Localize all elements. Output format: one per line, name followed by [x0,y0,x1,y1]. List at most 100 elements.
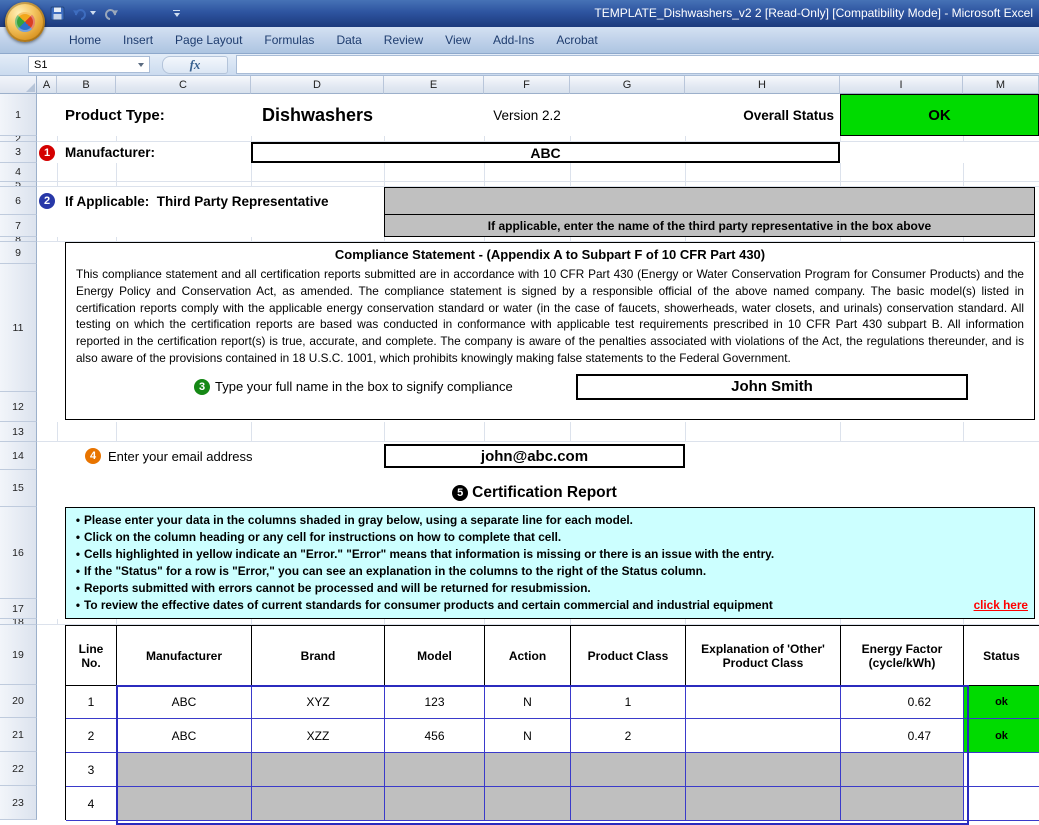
office-button[interactable] [5,2,45,42]
certification-report-heading: 5 Certification Report [384,470,685,507]
table-header-status[interactable]: Status [964,626,1039,686]
ribbon-tab-page-layout[interactable]: Page Layout [164,28,253,52]
cell-manufacturer[interactable]: ABC [117,719,252,753]
table-header-product-class[interactable]: Product Class [571,626,686,686]
undo-icon [72,6,88,20]
row-header-9[interactable]: 9 [0,242,37,264]
table-header-action[interactable]: Action [485,626,571,686]
ribbon-tab-review[interactable]: Review [373,28,434,52]
cell-action[interactable]: N [485,719,571,753]
instruction-text: To review the effective dates of current… [84,597,773,614]
third-party-hint: If applicable, enter the name of the thi… [384,215,1035,237]
row-header-11[interactable]: 11 [0,264,37,392]
save-button[interactable] [50,4,65,22]
ribbon-tab-home[interactable]: Home [58,28,112,52]
row-header-13[interactable]: 13 [0,422,37,442]
cell-energy-factor[interactable] [841,753,964,787]
row-header-7[interactable]: 7 [0,215,37,237]
cell-model[interactable]: 456 [385,719,485,753]
row-header-4[interactable]: 4 [0,163,37,182]
cell-explanation[interactable] [686,753,841,787]
cell-brand[interactable] [252,787,385,821]
row-header-12[interactable]: 12 [0,392,37,422]
insert-function-button[interactable]: fx [162,56,228,74]
undo-button[interactable] [72,4,96,22]
cell-manufacturer[interactable]: ABC [117,686,252,719]
cell-action[interactable]: N [485,686,571,719]
cell-brand[interactable] [252,753,385,787]
customize-qat-button[interactable] [172,10,180,17]
cell-action[interactable] [485,753,571,787]
office-logo-icon [15,12,35,32]
cell-product-class[interactable] [571,753,686,787]
email-input[interactable]: john@abc.com [384,444,685,468]
ribbon-tab-acrobat[interactable]: Acrobat [545,28,608,52]
column-header-g[interactable]: G [570,76,685,94]
row-header-21[interactable]: 21 [0,718,37,752]
column-header-c[interactable]: C [116,76,251,94]
cell-model[interactable] [385,753,485,787]
row-header-17[interactable]: 17 [0,599,37,619]
customize-qat-dropdown-icon [174,13,180,17]
cell-manufacturer[interactable] [117,787,252,821]
cell-model[interactable] [385,787,485,821]
instruction-text: Reports submitted with errors cannot be … [84,580,591,597]
column-header-f[interactable]: F [484,76,570,94]
table-header-explanation[interactable]: Explanation of 'Other' Product Class [686,626,841,686]
column-header-d[interactable]: D [251,76,384,94]
column-header-i[interactable]: I [840,76,963,94]
redo-button[interactable] [103,4,119,22]
signature-input[interactable]: John Smith [576,374,968,400]
column-header-b[interactable]: B [57,76,116,94]
table-header-line-no[interactable]: Line No. [66,626,117,686]
row-header-16[interactable]: 16 [0,507,37,599]
signature-row: 3 Type your full name in the box to sign… [76,374,1024,400]
row-header-22[interactable]: 22 [0,752,37,786]
table-header-manufacturer[interactable]: Manufacturer [117,626,252,686]
cell-product-class[interactable]: 2 [571,719,686,753]
cell-energy-factor[interactable] [841,787,964,821]
cell-explanation[interactable] [686,719,841,753]
ribbon-tab-formulas[interactable]: Formulas [253,28,325,52]
formula-input[interactable] [236,55,1039,74]
ribbon-tab-view[interactable]: View [434,28,482,52]
click-here-link[interactable]: click here [966,597,1028,614]
ribbon-tab-insert[interactable]: Insert [112,28,164,52]
row-header-14[interactable]: 14 [0,442,37,470]
table-header-model[interactable]: Model [385,626,485,686]
cell-explanation[interactable] [686,787,841,821]
gridlines [37,422,1039,442]
cell-explanation[interactable] [686,686,841,719]
manufacturer-input[interactable]: ABC [251,142,840,163]
ribbon-tab-data[interactable]: Data [325,28,372,52]
instruction-text: Cells highlighted in yellow indicate an … [84,546,774,563]
instruction-text: If the "Status" for a row is "Error," yo… [84,563,706,580]
name-box[interactable]: S1 [28,56,150,73]
cell-energy-factor[interactable]: 0.47 [841,719,964,753]
third-party-input[interactable] [384,187,1035,215]
cell-energy-factor[interactable]: 0.62 [841,686,964,719]
row-header-3[interactable]: 3 [0,142,37,163]
select-all-corner[interactable] [0,76,37,94]
row-header-19[interactable]: 19 [0,625,37,685]
ribbon-tab-add-ins[interactable]: Add-Ins [482,28,545,52]
cell-action[interactable] [485,787,571,821]
spreadsheet-grid: 1 2 3 4 5 6 7 8 9 11 12 13 14 15 16 17 1… [0,94,1039,820]
cell-brand[interactable]: XZZ [252,719,385,753]
column-header-e[interactable]: E [384,76,484,94]
table-header-brand[interactable]: Brand [252,626,385,686]
row-header-23[interactable]: 23 [0,786,37,820]
cell-model[interactable]: 123 [385,686,485,719]
column-header-m[interactable]: M [963,76,1039,94]
cell-brand[interactable]: XYZ [252,686,385,719]
table-header-energy-factor[interactable]: Energy Factor (cycle/kWh) [841,626,964,686]
cell-product-class[interactable] [571,787,686,821]
row-header-6[interactable]: 6 [0,187,37,215]
row-header-20[interactable]: 20 [0,685,37,718]
cell-product-class[interactable]: 1 [571,686,686,719]
column-header-a[interactable]: A [37,76,57,94]
cell-manufacturer[interactable] [117,753,252,787]
column-header-h[interactable]: H [685,76,840,94]
row-header-1[interactable]: 1 [0,94,37,136]
row-header-15[interactable]: 15 [0,470,37,507]
